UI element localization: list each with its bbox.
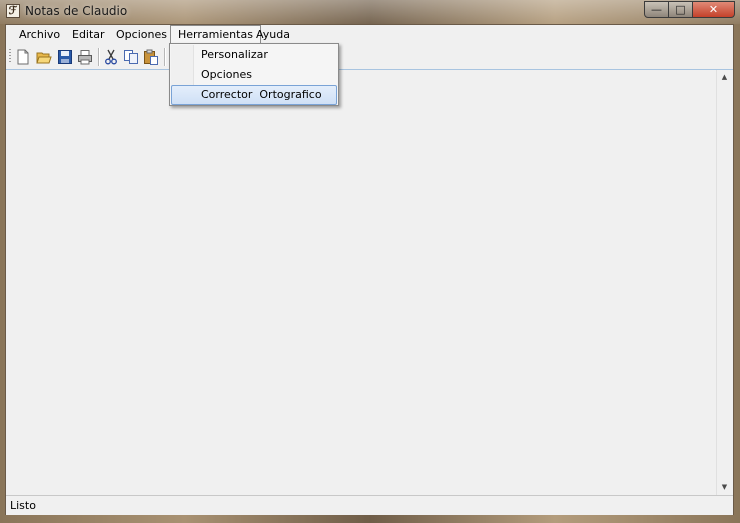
- toolbar-separator: [164, 48, 165, 66]
- save-icon[interactable]: [57, 49, 73, 65]
- client-area: Archivo Editar Opciones Herramientas Ayu…: [5, 24, 734, 515]
- text-editor[interactable]: ▲ ▼: [7, 70, 732, 495]
- menu-item-opciones[interactable]: Opciones: [171, 65, 337, 85]
- menu-item-personalizar[interactable]: Personalizar: [171, 45, 337, 65]
- menu-item-corrector-ortografico[interactable]: Corrector Ortografico: [171, 85, 337, 105]
- close-button[interactable]: ✕: [692, 1, 735, 18]
- paste-icon[interactable]: [143, 49, 159, 65]
- scroll-down-icon[interactable]: ▼: [717, 480, 732, 495]
- vertical-scrollbar[interactable]: ▲ ▼: [716, 70, 732, 495]
- maximize-button[interactable]: □: [668, 1, 693, 18]
- menu-archivo[interactable]: Archivo: [12, 25, 67, 45]
- print-icon[interactable]: [77, 49, 93, 65]
- window-title: Notas de Claudio: [25, 4, 128, 18]
- menu-opciones[interactable]: Opciones: [109, 25, 174, 45]
- cut-icon[interactable]: [103, 49, 119, 65]
- status-bar: Listo: [6, 495, 733, 515]
- open-folder-icon[interactable]: [36, 49, 52, 65]
- toolbar-grip[interactable]: [9, 49, 11, 64]
- quill-icon[interactable]: ℱ: [6, 4, 20, 18]
- minimize-button[interactable]: —: [644, 1, 669, 18]
- toolbar-separator: [98, 48, 99, 66]
- toolbar: [6, 45, 733, 70]
- app-window: ℱ Notas de Claudio — □ ✕ Archivo Editar …: [0, 0, 740, 523]
- scroll-up-icon[interactable]: ▲: [717, 70, 732, 85]
- menu-bar: Archivo Editar Opciones Herramientas Ayu…: [6, 25, 733, 45]
- new-file-icon[interactable]: [15, 49, 31, 65]
- status-text: Listo: [10, 499, 36, 512]
- copy-icon[interactable]: [123, 49, 139, 65]
- herramientas-dropdown: Personalizar Opciones Corrector Ortograf…: [169, 43, 339, 106]
- menu-editar[interactable]: Editar: [65, 25, 112, 45]
- title-bar[interactable]: ℱ Notas de Claudio — □ ✕: [0, 0, 740, 24]
- menu-ayuda[interactable]: Ayuda: [249, 25, 297, 45]
- menu-herramientas[interactable]: Herramientas: [170, 25, 261, 45]
